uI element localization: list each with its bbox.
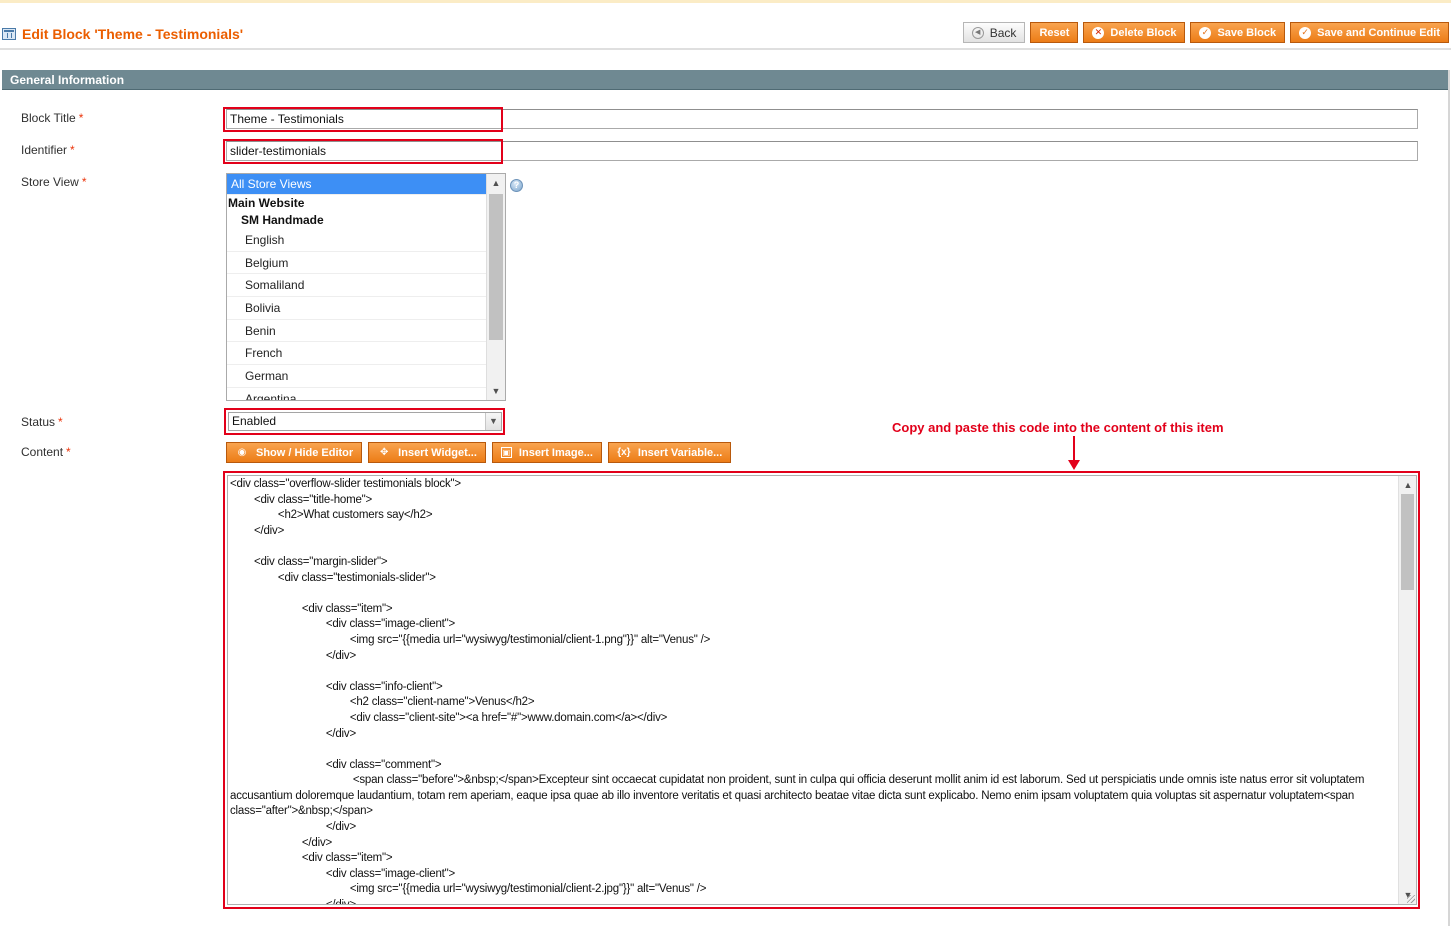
reset-button[interactable]: Reset — [1030, 22, 1079, 43]
insert-variable-button[interactable]: {x} Insert Variable... — [607, 442, 732, 463]
status-selected-value: Enabled — [232, 414, 277, 428]
delete-block-label: Delete Block — [1110, 26, 1177, 39]
store-view-option[interactable]: Argentina — [227, 388, 486, 400]
page-header: Edit Block 'Theme - Testimonials' ◀ Back… — [0, 16, 1451, 50]
store-view-label-text: Store View — [21, 175, 79, 189]
resize-handle[interactable] — [1407, 895, 1415, 903]
content-textarea[interactable]: <div class="overflow-slider testimonials… — [227, 475, 1417, 905]
insert-widget-button[interactable]: ✥ Insert Widget... — [368, 442, 486, 463]
store-view-group-store: SM Handmade — [241, 213, 324, 227]
required-marker: * — [78, 111, 84, 125]
block-title-input[interactable] — [226, 109, 1418, 129]
store-view-option[interactable]: English — [227, 229, 486, 252]
top-notice-strip — [0, 0, 1451, 3]
chevron-down-icon[interactable]: ▼ — [485, 413, 501, 430]
store-view-label: Store View * — [21, 175, 86, 189]
store-view-option[interactable]: Benin — [227, 320, 486, 343]
store-view-scrollbar[interactable]: ▲ ▼ — [486, 174, 505, 400]
status-label-text: Status — [21, 415, 56, 429]
scroll-up-arrow-icon[interactable]: ▲ — [1399, 476, 1416, 494]
widget-icon: ✥ — [379, 447, 389, 458]
annotation-text: Copy and paste this code into the conten… — [892, 420, 1224, 435]
annotation-arrow-line — [1073, 436, 1075, 462]
image-icon: ▣ — [500, 447, 512, 458]
reset-button-label: Reset — [1039, 26, 1070, 39]
scrollbar-thumb[interactable] — [1401, 494, 1414, 590]
checkmark-icon: ✓ — [1299, 26, 1312, 39]
scroll-down-arrow-icon[interactable]: ▼ — [487, 382, 505, 400]
store-view-option[interactable]: Belgium — [227, 252, 486, 275]
identifier-label-text: Identifier — [21, 143, 68, 157]
variable-icon: {x} — [617, 447, 631, 458]
insert-variable-label: Insert Variable... — [637, 446, 723, 459]
store-view-option[interactable]: Somaliland — [227, 274, 486, 298]
save-continue-button[interactable]: ✓ Save and Continue Edit — [1290, 22, 1449, 43]
back-button[interactable]: ◀ Back — [962, 22, 1026, 43]
content-code[interactable]: <div class="overflow-slider testimonials… — [230, 477, 1395, 904]
required-marker: * — [81, 175, 87, 189]
action-buttons: ◀ Back Reset ✕ Delete Block ✓ Save Block… — [962, 22, 1449, 43]
checkmark-icon: ✓ — [1199, 26, 1212, 39]
scroll-up-arrow-icon[interactable]: ▲ — [487, 174, 505, 192]
editor-toolbar: ◉ Show / Hide Editor ✥ Insert Widget... … — [226, 442, 732, 463]
required-marker: * — [66, 445, 71, 459]
insert-image-label: Insert Image... — [518, 446, 593, 459]
required-marker: * — [58, 415, 63, 429]
store-view-option[interactable]: Bolivia — [227, 297, 486, 320]
block-title-label-text: Block Title — [21, 111, 76, 125]
save-continue-label: Save and Continue Edit — [1317, 26, 1440, 39]
show-hide-editor-button[interactable]: ◉ Show / Hide Editor — [226, 442, 363, 463]
store-view-group-website: Main Website — [228, 196, 305, 210]
scrollbar-thumb[interactable] — [489, 194, 503, 340]
store-view-option-all[interactable]: All Store Views — [227, 174, 486, 195]
page-title: Edit Block 'Theme - Testimonials' — [22, 26, 244, 42]
store-view-multiselect[interactable]: All Store Views Main Website SM Handmade… — [226, 173, 506, 401]
arrow-left-icon: ◀ — [971, 26, 984, 39]
delete-block-button[interactable]: ✕ Delete Block — [1083, 22, 1186, 43]
identifier-input[interactable] — [226, 141, 1418, 161]
status-label: Status * — [21, 415, 63, 429]
save-block-button[interactable]: ✓ Save Block — [1190, 22, 1286, 43]
back-button-label: Back — [989, 25, 1017, 40]
content-scrollbar[interactable]: ▲ ▼ — [1398, 476, 1416, 904]
status-select[interactable]: Enabled ▼ — [228, 412, 502, 431]
content-label-text: Content — [21, 445, 64, 459]
store-view-option[interactable]: German — [227, 365, 486, 388]
identifier-label: Identifier * — [21, 143, 75, 157]
section-header: General Information — [2, 70, 1449, 90]
save-block-label: Save Block — [1217, 26, 1277, 39]
content-label: Content * — [21, 445, 71, 459]
eye-icon: ◉ — [237, 447, 247, 458]
right-border — [1448, 70, 1450, 926]
cms-block-icon — [2, 28, 16, 40]
required-marker: * — [70, 143, 75, 157]
delete-icon: ✕ — [1092, 26, 1105, 39]
page-title-wrap: Edit Block 'Theme - Testimonials' — [2, 26, 243, 42]
arrow-down-icon — [1068, 460, 1080, 470]
block-title-label: Block Title * — [21, 111, 83, 125]
help-icon[interactable]: ? — [510, 179, 523, 192]
store-view-option[interactable]: French — [227, 342, 486, 366]
insert-widget-label: Insert Widget... — [398, 446, 477, 459]
show-hide-editor-label: Show / Hide Editor — [256, 446, 354, 459]
insert-image-button[interactable]: ▣ Insert Image... — [491, 442, 602, 463]
